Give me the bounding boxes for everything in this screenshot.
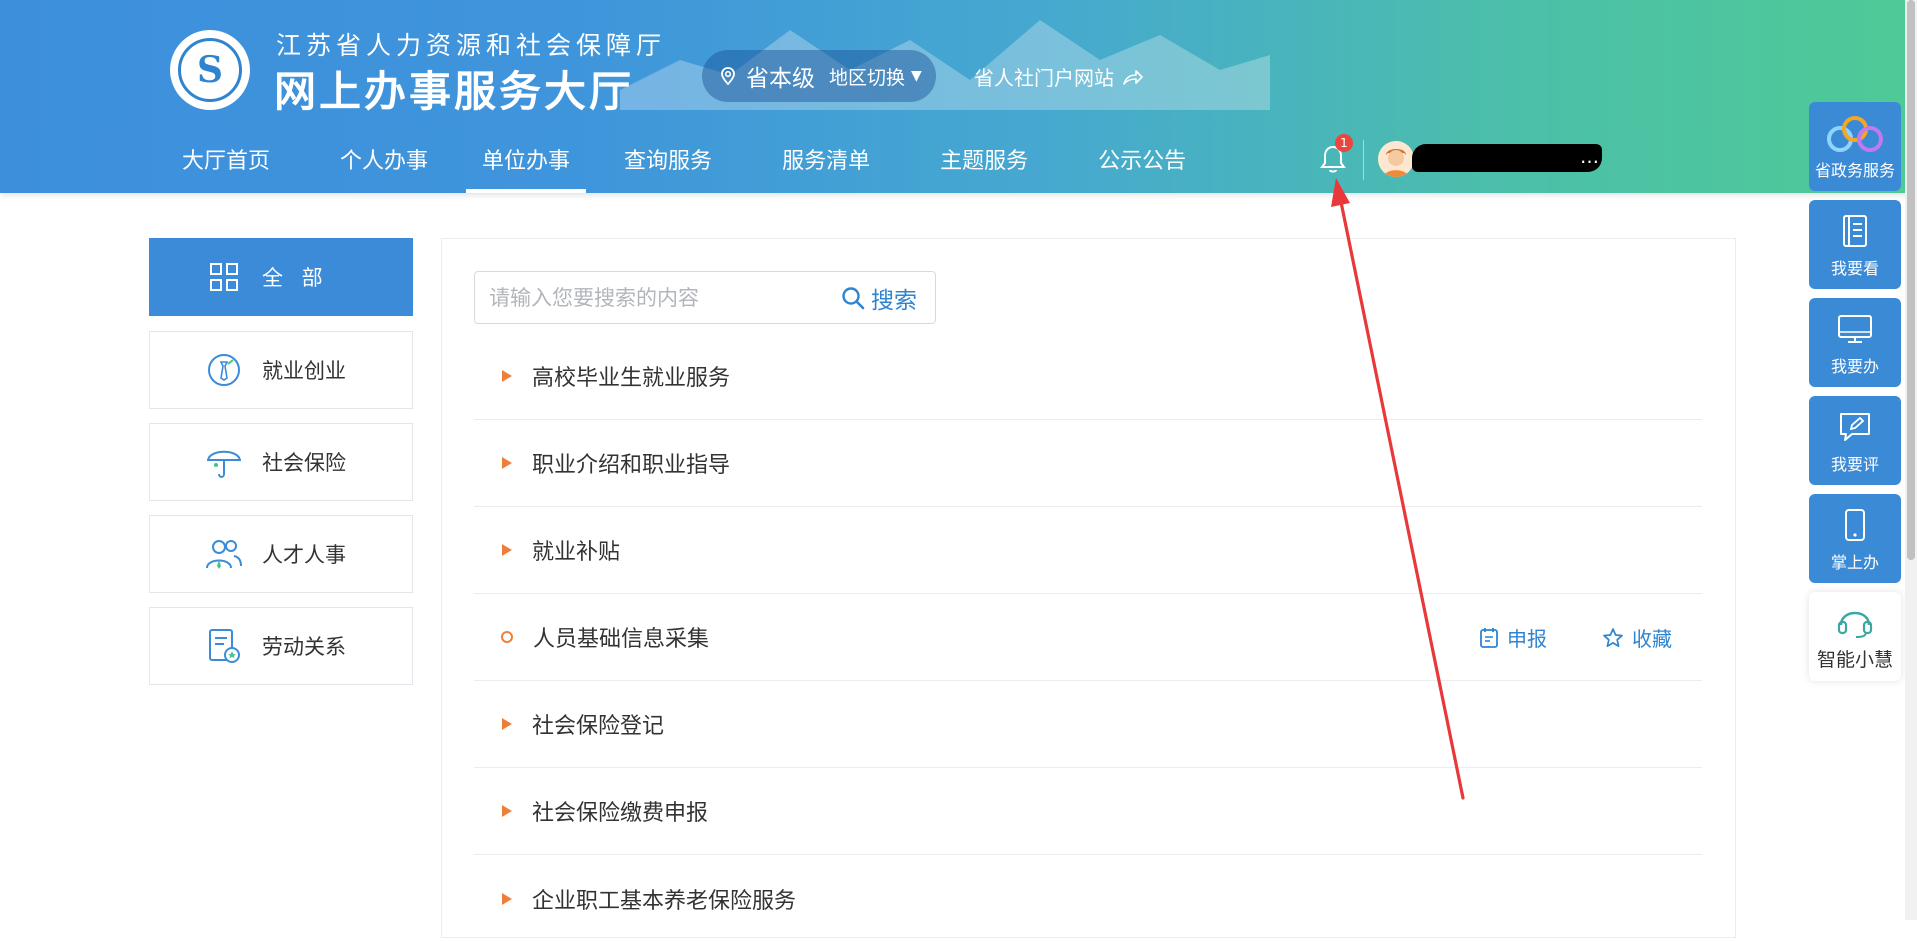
float-evaluate[interactable]: 我要评 [1809,396,1901,485]
expand-triangle-icon [502,805,512,817]
service-label: 人员基础信息采集 [533,627,710,652]
float-mobile[interactable]: 掌上办 [1809,494,1901,583]
nav-item-personal[interactable]: 个人办事 [324,124,444,193]
sidebar-item-all[interactable]: 全 部 [149,238,413,316]
service-label: 社会保险登记 [532,714,665,739]
nav-item-theme[interactable]: 主题服务 [924,124,1044,193]
float-view[interactable]: 我要看 [1809,200,1901,289]
scrollbar-thumb[interactable] [1907,0,1915,560]
sidebar-item-label: 劳动关系 [262,635,346,659]
user-name[interactable]: … [1580,146,1599,168]
declare-label: 申报 [1507,627,1547,651]
user-avatar-icon [1378,141,1414,177]
search-input[interactable] [475,272,835,323]
umbrella-icon [204,442,244,482]
employment-icon [204,350,244,390]
document-badge-icon [204,626,244,666]
edit-comment-icon [1838,407,1872,447]
favorite-label: 收藏 [1632,627,1672,651]
float-smart-assistant[interactable]: 智能小慧 [1809,592,1901,681]
gov-service-logo-icon [1822,113,1888,153]
search-button-label: 搜索 [871,287,917,314]
float-label: 我要办 [1830,356,1879,376]
expand-triangle-icon [502,892,512,905]
site-logo[interactable]: S [170,30,250,110]
search-icon [842,286,865,309]
notification-badge: 1 [1335,134,1353,152]
location-pin-icon [721,67,735,86]
region-switch-label[interactable]: 地区切换 [829,63,905,90]
sidebar-item-label: 社会保险 [262,451,346,475]
caret-down-icon: ▼ [911,68,922,84]
declare-form-icon [1480,627,1498,648]
sidebar-item-social-insurance[interactable]: 社会保险 [149,423,413,501]
float-handle[interactable]: 我要办 [1809,298,1901,387]
star-icon [1603,627,1623,647]
mobile-icon [1844,505,1866,545]
logo-emblem-icon: S [178,38,242,102]
user-name-redaction [1412,144,1602,172]
search-box: 搜索 [474,271,936,324]
nav-label: 大厅首页 [182,148,271,174]
monitor-icon [1837,309,1873,349]
service-row-graduate[interactable]: 高校毕业生就业服务 [474,333,1702,420]
service-row-job-referral[interactable]: 职业介绍和职业指导 [474,420,1702,507]
nav-label: 个人办事 [340,148,429,174]
sidebar-item-talent[interactable]: 人才人事 [149,515,413,593]
sidebar-item-label: 人才人事 [262,543,346,567]
region-switcher[interactable]: 省本级 地区切换 ▼ [702,50,936,102]
float-label: 掌上办 [1830,552,1879,572]
expand-triangle-icon [502,544,512,556]
float-label: 省政务服务 [1814,160,1895,180]
service-label: 企业职工基本养老保险服务 [532,888,797,914]
nav-divider [1363,140,1364,180]
float-label: 我要看 [1830,258,1879,278]
portal-link[interactable]: 省人社门户网站 [974,62,1144,91]
service-row-pension[interactable]: 企业职工基本养老保险服务 [474,855,1702,942]
nav-label: 服务清单 [782,148,871,174]
favorite-button[interactable]: 收藏 [1602,594,1672,681]
service-label: 社会保险缴费申报 [532,801,709,826]
expand-triangle-icon [502,718,512,730]
sidebar-item-label: 全 部 [262,266,329,290]
expand-triangle-icon [502,457,512,469]
nav-item-notice[interactable]: 公示公告 [1082,124,1202,193]
nav-item-service-list[interactable]: 服务清单 [766,124,886,193]
float-gov-service[interactable]: 省政务服务 [1809,102,1901,191]
sidebar-item-labor-relations[interactable]: 劳动关系 [149,607,413,685]
service-row-insurance-payment[interactable]: 社会保险缴费申报 [474,768,1702,855]
people-icon [204,534,244,574]
search-button[interactable]: 搜索 [841,281,917,315]
service-label: 职业介绍和职业指导 [532,453,731,478]
main-nav: 大厅首页 个人办事 单位办事 查询服务 服务清单 主题服务 公示公告 [150,124,1202,193]
nav-label: 单位办事 [482,148,571,174]
float-label: 我要评 [1830,454,1879,474]
float-label: 智能小慧 [1816,649,1893,671]
nav-item-query[interactable]: 查询服务 [608,124,728,193]
hall-name: 网上办事服务大厅 [274,67,635,116]
grid-icon [204,257,244,297]
share-arrow-icon [1123,69,1143,85]
service-row-personnel-info[interactable]: 人员基础信息采集 申报 收藏 [474,594,1702,681]
nav-label: 主题服务 [940,148,1029,174]
region-level: 省本级 [746,66,815,92]
nav-item-unit[interactable]: 单位办事 [466,124,587,193]
portal-link-label: 省人社门户网站 [974,66,1114,90]
bullet-ring-icon [501,631,513,643]
sidebar-item-employment[interactable]: 就业创业 [149,331,413,409]
expand-triangle-icon [502,370,512,382]
nav-label: 公示公告 [1098,148,1187,174]
declare-button[interactable]: 申报 [1479,594,1547,681]
sidebar-item-label: 就业创业 [262,359,346,383]
avatar[interactable] [1378,141,1414,177]
org-name: 江苏省人力资源和社会保障厅 [276,31,667,60]
service-label: 高校毕业生就业服务 [532,366,731,391]
nav-label: 查询服务 [624,148,713,174]
service-row-insurance-registration[interactable]: 社会保险登记 [474,681,1702,768]
service-row-employment-subsidy[interactable]: 就业补贴 [474,507,1702,594]
service-label: 就业补贴 [532,540,621,565]
notebook-icon [1840,211,1870,251]
headset-icon [1835,601,1875,641]
nav-item-home[interactable]: 大厅首页 [166,124,286,193]
